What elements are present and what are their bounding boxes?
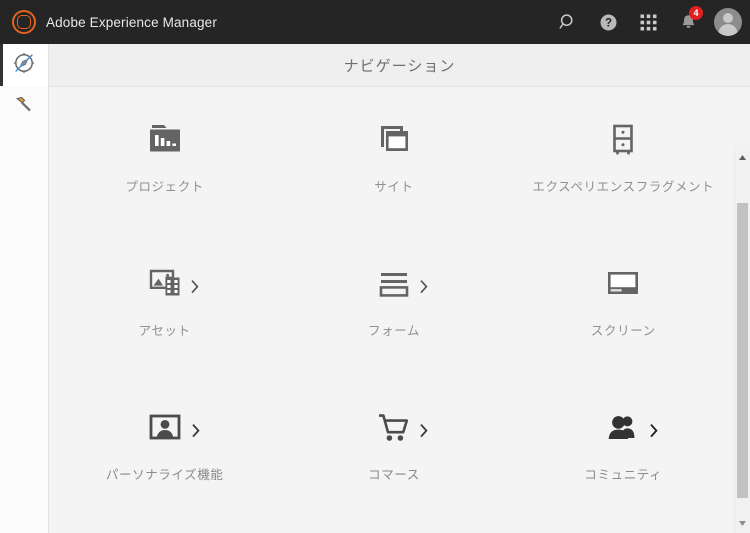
navigation-content: プロジェクト サイト エクスペリエンスフラグメント アセット フォーム スクリー… [50, 88, 750, 533]
search-icon [559, 13, 577, 31]
chevron-right-icon [191, 423, 201, 444]
nav-tile-label: プロジェクト [125, 180, 204, 194]
scroll-up-arrow-icon [738, 148, 747, 166]
tile-icon-wrap [143, 408, 200, 454]
scroll-up-button[interactable] [735, 149, 750, 165]
aem-navigation-screen: Adobe Experience Manager ? 4 ナビゲーション プロジ… [0, 0, 750, 533]
left-rail [0, 44, 49, 533]
screens-monitor-icon [600, 265, 646, 310]
page-title-bar: ナビゲーション [49, 44, 750, 87]
communities-people-icon [601, 409, 645, 454]
chevron-right-icon [419, 423, 429, 444]
forms-lines-icon [373, 265, 415, 310]
chevron-right-icon [190, 279, 200, 300]
tile-icon-wrap [602, 120, 644, 166]
tile-icon-wrap [373, 408, 428, 454]
tile-icon-wrap [144, 120, 186, 166]
sites-windows-icon [373, 121, 415, 166]
top-bar-actions: ? 4 [552, 6, 742, 38]
nav-tile-label: エクスペリエンスフラグメント [532, 180, 715, 194]
nav-tile-forms[interactable]: フォーム [279, 232, 508, 376]
tile-icon-wrap [373, 120, 415, 166]
nav-tile-label: コマース [368, 468, 420, 482]
top-bar: Adobe Experience Manager ? 4 [0, 0, 750, 44]
scroll-down-arrow-icon [738, 514, 747, 532]
page-title: ナビゲーション [343, 57, 456, 75]
brand[interactable]: Adobe Experience Manager [12, 10, 217, 34]
nav-tile-sites[interactable]: サイト [279, 88, 508, 232]
nav-tile-experience-fragments[interactable]: エクスペリエンスフラグメント [509, 88, 738, 232]
navigation-grid: プロジェクト サイト エクスペリエンスフラグメント アセット フォーム スクリー… [50, 88, 738, 520]
nav-tile-communities[interactable]: コミュニティ [509, 376, 738, 520]
brand-title: Adobe Experience Manager [46, 14, 217, 30]
projects-folder-chart-icon [144, 121, 186, 166]
sidebar-item-navigation[interactable] [0, 44, 48, 86]
chevron-right-icon [419, 279, 429, 300]
solutions-button[interactable] [632, 6, 664, 38]
notification-badge: 4 [689, 6, 703, 20]
adobe-experience-manager-logo-icon [12, 10, 36, 34]
vertical-scrollbar[interactable] [734, 145, 750, 533]
personalization-portrait-icon [143, 409, 187, 454]
commerce-cart-icon [373, 409, 415, 454]
chevron-right-icon [649, 423, 659, 444]
sidebar-item-tools[interactable] [0, 86, 48, 128]
compass-icon [13, 51, 36, 80]
assets-image-film-icon [144, 265, 186, 310]
tile-icon-wrap [600, 264, 646, 310]
nav-tile-label: スクリーン [590, 324, 656, 338]
svg-text:?: ? [604, 17, 611, 29]
scrollbar-thumb[interactable] [737, 203, 748, 498]
nav-tile-label: フォーム [367, 324, 420, 338]
tile-icon-wrap [601, 408, 658, 454]
scroll-down-button[interactable] [735, 515, 750, 531]
avatar[interactable] [714, 8, 742, 36]
nav-tile-projects[interactable]: プロジェクト [50, 88, 279, 232]
search-button[interactable] [552, 6, 584, 38]
tile-icon-wrap [144, 264, 199, 310]
nav-tile-commerce[interactable]: コマース [279, 376, 508, 520]
help-icon: ? [599, 13, 618, 32]
nav-tile-assets[interactable]: アセット [50, 232, 279, 376]
tile-icon-wrap [373, 264, 428, 310]
nav-tile-personalization[interactable]: パーソナライズ機能 [50, 376, 279, 520]
nav-tile-screens[interactable]: スクリーン [509, 232, 738, 376]
hammer-icon [12, 93, 36, 122]
nav-tile-label: サイト [374, 180, 414, 194]
notifications-button[interactable]: 4 [672, 6, 704, 38]
solutions-grid-icon [640, 14, 657, 31]
nav-tile-label: パーソナライズ機能 [105, 468, 224, 482]
nav-tile-label: アセット [138, 324, 191, 338]
nav-tile-label: コミュニティ [584, 468, 663, 482]
experience-fragments-cabinet-icon [602, 121, 644, 166]
help-button[interactable]: ? [592, 6, 624, 38]
